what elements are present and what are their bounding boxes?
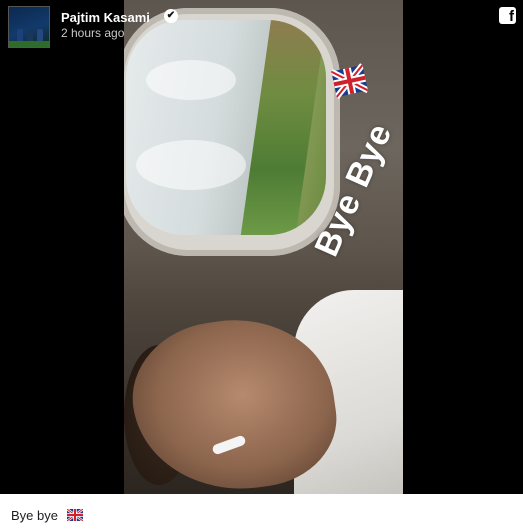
window-view	[126, 20, 326, 235]
facebook-icon[interactable]: f	[499, 7, 516, 24]
uk-flag-icon	[330, 63, 370, 99]
verified-badge-icon: ✔	[164, 9, 178, 23]
ground-view	[240, 20, 326, 235]
cloud	[136, 140, 246, 190]
author-name[interactable]: Pajtim Kasami	[61, 10, 150, 25]
avatar-grass	[9, 41, 49, 47]
post-caption: Bye bye	[11, 508, 58, 523]
uk-flag-icon	[67, 509, 83, 521]
post-photo[interactable]: Bye Bye	[124, 0, 403, 494]
avatar[interactable]	[8, 6, 50, 48]
caption-bar: Bye bye	[0, 494, 523, 529]
post-header: Pajtim Kasami ✔ 2 hours ago f	[0, 0, 523, 52]
cloud	[146, 60, 236, 100]
post-timestamp[interactable]: 2 hours ago	[61, 26, 124, 40]
